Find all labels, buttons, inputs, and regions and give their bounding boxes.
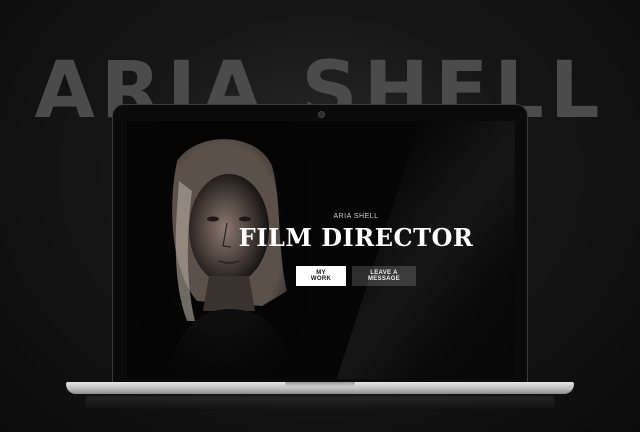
- laptop-lid: ARIA SHELL FILM DIRECTOR MY WORK LEAVE A…: [112, 104, 528, 384]
- my-work-button[interactable]: MY WORK: [296, 266, 346, 286]
- webcam-icon: [317, 111, 325, 118]
- laptop-base: [66, 382, 574, 394]
- laptop-notch: [285, 382, 355, 387]
- laptop-screen: ARIA SHELL FILM DIRECTOR MY WORK LEAVE A…: [127, 121, 515, 379]
- floor-reflection: [86, 396, 554, 410]
